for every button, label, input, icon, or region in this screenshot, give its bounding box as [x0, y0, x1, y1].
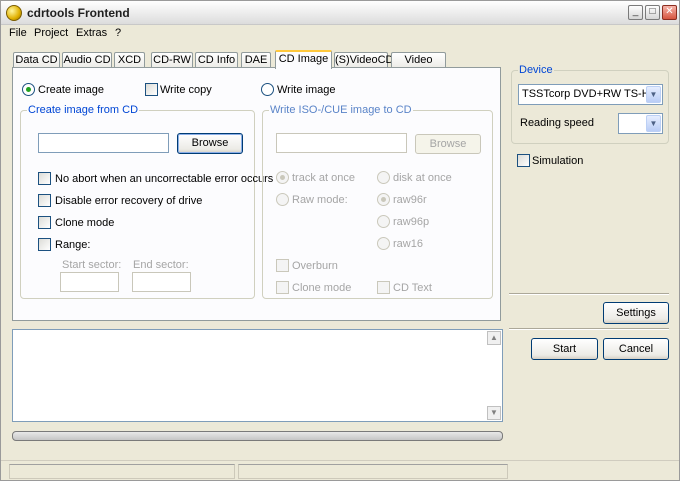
raw16-label[interactable]: raw16: [393, 238, 423, 250]
tab-xcd[interactable]: XCD: [114, 52, 145, 68]
scroll-down-icon[interactable]: ▼: [487, 406, 501, 420]
range-label[interactable]: Range:: [55, 239, 90, 251]
status-bar: [1, 460, 679, 480]
create-image-radio[interactable]: [22, 83, 35, 96]
disk-at-once-radio[interactable]: [377, 171, 390, 184]
minimize-icon[interactable]: _: [628, 5, 643, 20]
write-image-label[interactable]: Write image: [277, 84, 335, 96]
no-abort-label[interactable]: No abort when an uncorrectable error occ…: [55, 173, 273, 185]
close-icon[interactable]: ✕: [662, 5, 677, 20]
track-at-once-radio[interactable]: [276, 171, 289, 184]
menu-file[interactable]: File: [9, 27, 27, 39]
tab-cd-info[interactable]: CD Info: [195, 52, 238, 68]
reading-speed-select[interactable]: ▼: [618, 113, 663, 134]
create-image-label[interactable]: Create image: [38, 84, 104, 96]
scroll-up-icon[interactable]: ▲: [487, 331, 501, 345]
divider: [509, 328, 669, 330]
tab-audio-cd[interactable]: Audio CD: [62, 52, 112, 68]
chevron-down-icon[interactable]: ▼: [646, 86, 661, 103]
cd-text-checkbox[interactable]: [377, 281, 390, 294]
menu-bar: File Project Extras ?: [1, 25, 679, 42]
no-abort-checkbox[interactable]: [38, 172, 51, 185]
tab-dae[interactable]: DAE: [241, 52, 271, 68]
tab-data-cd[interactable]: Data CD: [13, 52, 60, 68]
window-title: cdrtools Frontend: [27, 6, 130, 20]
title-bar[interactable]: cdrtools Frontend _ □ ✕: [1, 1, 679, 25]
tab-video-dvd[interactable]: Video DVD: [391, 52, 446, 80]
write-copy-checkbox[interactable]: [145, 83, 158, 96]
cd-image-panel: Create image Write copy Write image Crea…: [12, 67, 501, 321]
status-pane-left: [9, 464, 235, 479]
device-group-title: Device: [518, 64, 554, 76]
start-sector-input[interactable]: [60, 272, 119, 292]
device-group: Device TSSTcorp DVD+RW TS-H6 ▼ Reading s…: [511, 64, 669, 144]
drive-select[interactable]: TSSTcorp DVD+RW TS-H6 ▼: [518, 84, 663, 105]
maximize-icon[interactable]: □: [645, 5, 660, 20]
reading-speed-label: Reading speed: [520, 117, 595, 129]
clone-mode-checkbox[interactable]: [38, 216, 51, 229]
log-output[interactable]: ▲ ▼: [12, 329, 503, 422]
clone-mode-label[interactable]: Clone mode: [55, 217, 114, 229]
disable-recovery-checkbox[interactable]: [38, 194, 51, 207]
end-sector-label: End sector:: [133, 259, 189, 271]
end-sector-input[interactable]: [132, 272, 191, 292]
source-path-input[interactable]: [38, 133, 169, 153]
raw96p-radio[interactable]: [377, 215, 390, 228]
chevron-down-icon[interactable]: ▼: [646, 115, 661, 132]
raw16-radio[interactable]: [377, 237, 390, 250]
write-image-group: Write ISO-/CUE image to CD Browse track …: [262, 104, 493, 299]
menu-project[interactable]: Project: [34, 27, 68, 39]
settings-button[interactable]: Settings: [603, 302, 669, 324]
raw96r-label[interactable]: raw96r: [393, 194, 427, 206]
status-pane-right: [238, 464, 508, 479]
tab-svideocd[interactable]: (S)VideoCD: [334, 52, 394, 68]
write-copy-label[interactable]: Write copy: [160, 84, 212, 96]
progress-bar: [12, 431, 503, 441]
overburn-label[interactable]: Overburn: [292, 260, 338, 272]
browse-source-button[interactable]: Browse: [177, 133, 243, 154]
image-path-input[interactable]: [276, 133, 407, 153]
start-button[interactable]: Start: [531, 338, 598, 360]
raw96p-label[interactable]: raw96p: [393, 216, 429, 228]
overburn-checkbox[interactable]: [276, 259, 289, 272]
menu-help[interactable]: ?: [115, 27, 121, 39]
track-at-once-label[interactable]: track at once: [292, 172, 355, 184]
divider: [509, 293, 669, 295]
browse-image-button[interactable]: Browse: [415, 134, 481, 154]
start-sector-label: Start sector:: [62, 259, 122, 271]
raw-mode-radio[interactable]: [276, 193, 289, 206]
disable-recovery-label[interactable]: Disable error recovery of drive: [55, 195, 202, 207]
write-clone-mode-label[interactable]: Clone mode: [292, 282, 351, 294]
cancel-button[interactable]: Cancel: [603, 338, 669, 360]
create-group-title: Create image from CD: [27, 104, 140, 116]
app-logo-icon: [6, 5, 22, 21]
tab-cd-rw[interactable]: CD-RW: [151, 52, 193, 68]
create-image-group: Create image from CD Browse No abort whe…: [20, 104, 273, 299]
raw-mode-label[interactable]: Raw mode:: [292, 194, 348, 206]
simulation-label[interactable]: Simulation: [532, 155, 583, 167]
menu-extras[interactable]: Extras: [76, 27, 107, 39]
cd-text-label[interactable]: CD Text: [393, 282, 432, 294]
range-checkbox[interactable]: [38, 238, 51, 251]
simulation-checkbox[interactable]: [517, 154, 530, 167]
write-image-radio[interactable]: [261, 83, 274, 96]
app-window: cdrtools Frontend _ □ ✕ File Project Ext…: [0, 0, 680, 481]
write-clone-mode-checkbox[interactable]: [276, 281, 289, 294]
tab-cd-image[interactable]: CD Image: [275, 50, 332, 69]
raw96r-radio[interactable]: [377, 193, 390, 206]
write-group-title: Write ISO-/CUE image to CD: [269, 104, 413, 116]
disk-at-once-label[interactable]: disk at once: [393, 172, 452, 184]
drive-select-value: TSSTcorp DVD+RW TS-H6: [522, 88, 656, 100]
